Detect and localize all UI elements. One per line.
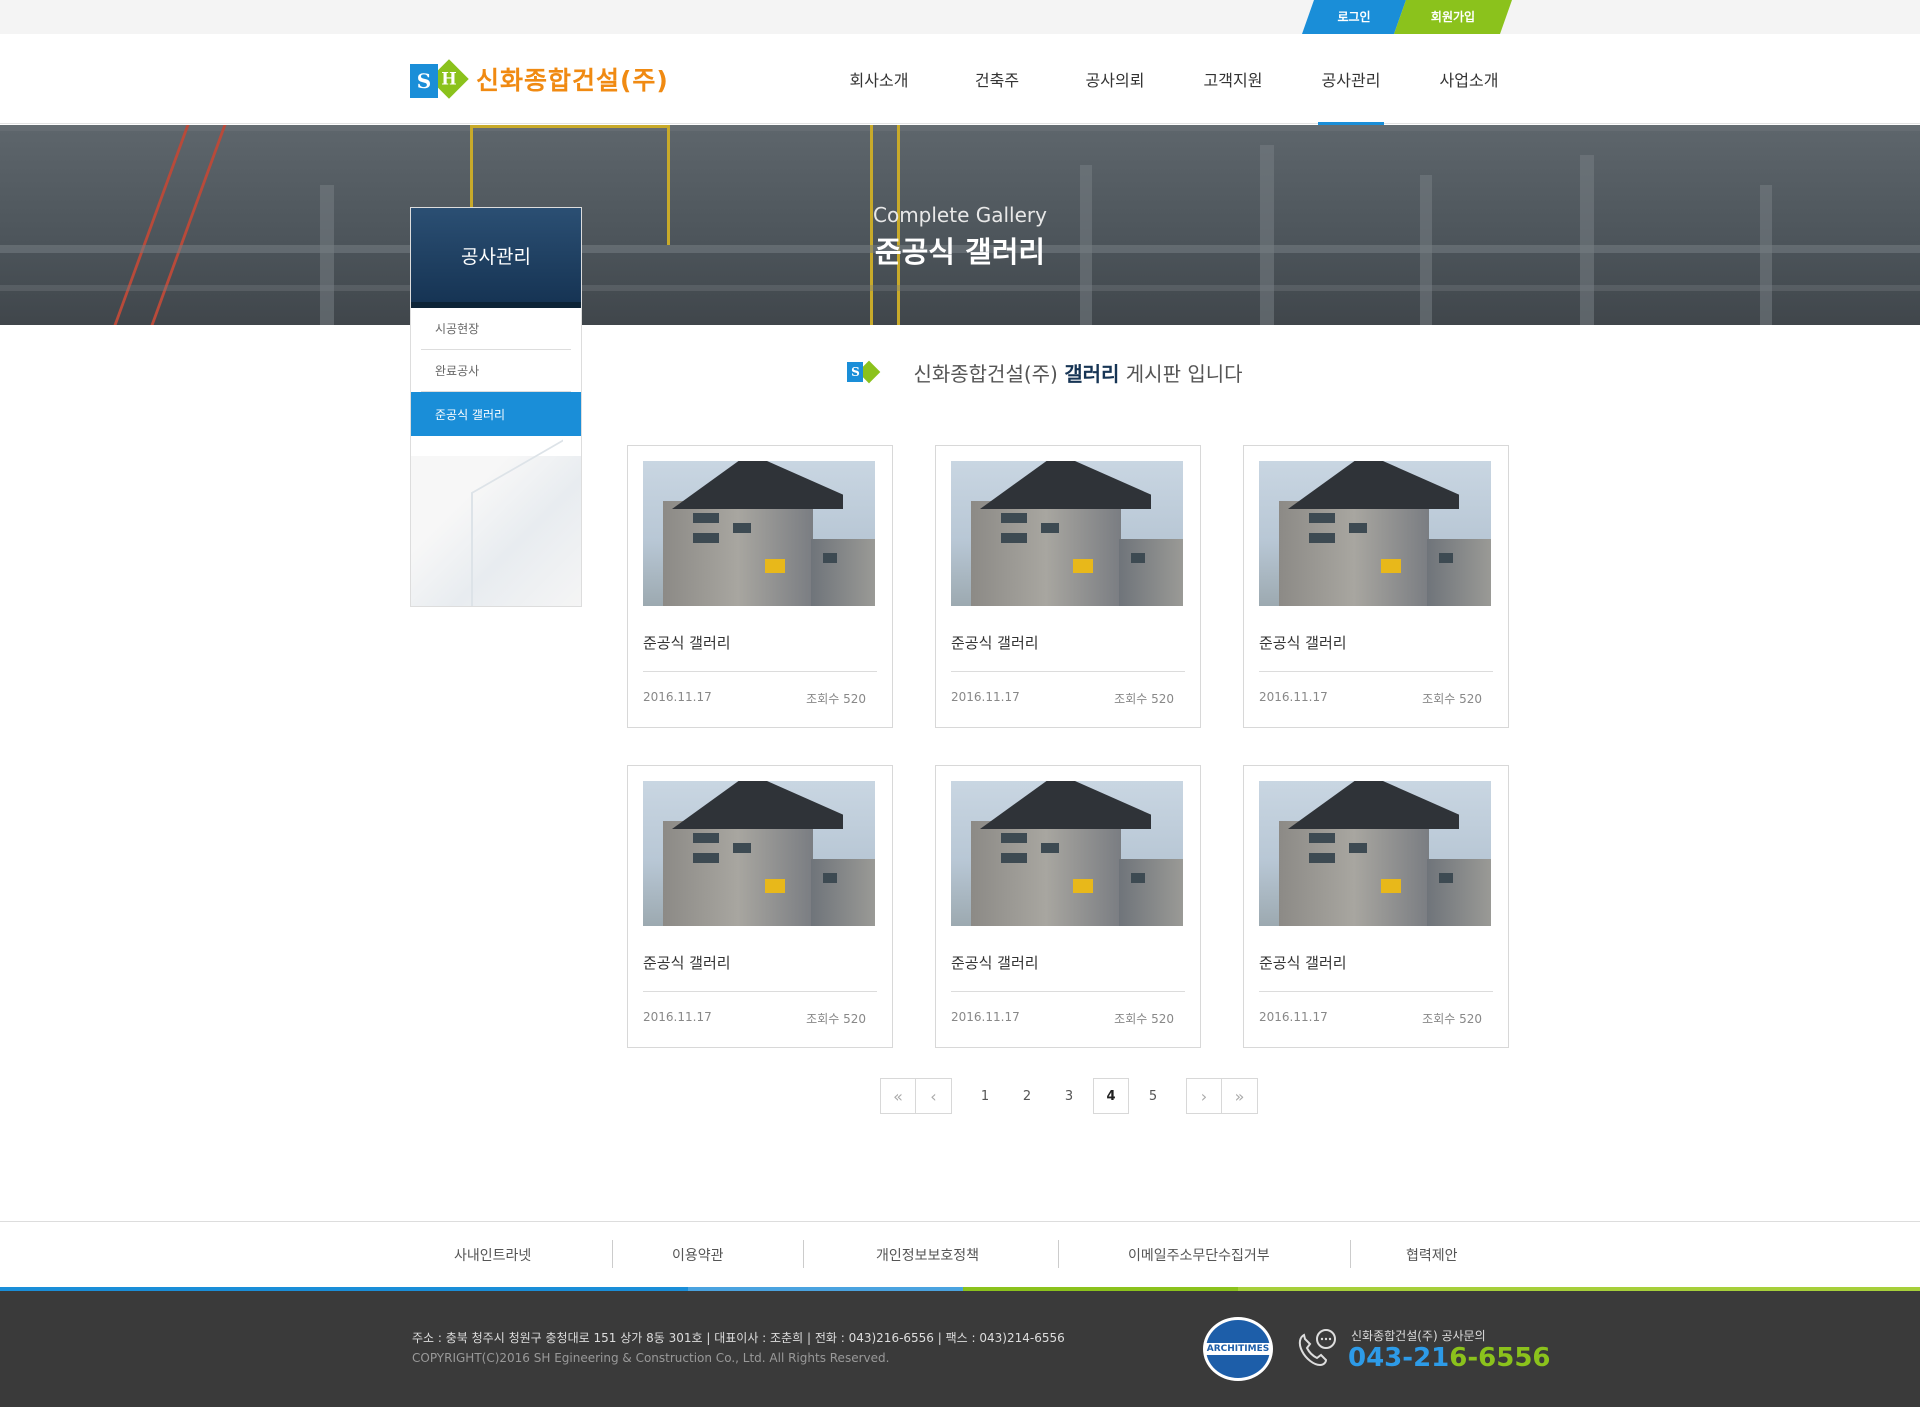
footer-links: 사내인트라넷 이용약관 개인정보보호정책 이메일주소무단수집거부 협력제안 [0,1221,1920,1287]
gallery-card-title[interactable]: 준공식 갤러리 [643,632,731,653]
sidebar-building-graphic [411,456,581,606]
logo-text: 신화종합건설(주) [476,66,669,95]
nav-item-support[interactable]: 고객지원 [1174,34,1292,124]
login-link[interactable]: 로그인 [1302,0,1406,34]
gallery-card-views: 조회수 520 [806,1012,866,1026]
hero-title: 준공식 갤러리 [874,235,1046,269]
gallery-card[interactable]: 준공식 갤러리 2016.11.17 조회수 520 [627,445,893,728]
pagination: « ‹ 1 2 3 4 5 › » [880,1078,1258,1114]
footer-copyright: COPYRIGHT(C)2016 SH Egineering & Constru… [412,1351,890,1365]
last-page-button[interactable]: » [1222,1078,1258,1114]
top-bar: 로그인 회원가입 [0,0,1920,34]
gallery-card[interactable]: 준공식 갤러리 2016.11.17 조회수 520 [935,765,1201,1048]
gallery-card-views: 조회수 520 [1422,692,1482,706]
nav-item-owner[interactable]: 건축주 [938,34,1056,124]
page-2[interactable]: 2 [1006,1078,1048,1114]
gallery-card-title[interactable]: 준공식 갤러리 [643,952,731,973]
gallery-card-views: 조회수 520 [806,692,866,706]
footer-link-terms[interactable]: 이용약관 [672,1222,724,1288]
join-link[interactable]: 회원가입 [1394,0,1512,34]
nav-item-request[interactable]: 공사의뢰 [1056,34,1174,124]
gallery-card-title[interactable]: 준공식 갤러리 [1259,632,1347,653]
nav-item-company[interactable]: 회사소개 [820,34,938,124]
gallery-card-views: 조회수 520 [1114,1012,1174,1026]
gallery-card[interactable]: 준공식 갤러리 2016.11.17 조회수 520 [1243,765,1509,1048]
logo-mark-icon: H S [410,56,470,102]
gallery-card-views: 조회수 520 [1114,692,1174,706]
gallery-card[interactable]: 준공식 갤러리 2016.11.17 조회수 520 [627,765,893,1048]
gallery-card[interactable]: 준공식 갤러리 2016.11.17 조회수 520 [935,445,1201,728]
gallery-thumbnail[interactable] [643,461,875,606]
gallery-card-date: 2016.11.17 [1259,690,1328,704]
gallery-card-date: 2016.11.17 [643,1010,712,1024]
gallery-card[interactable]: 준공식 갤러리 2016.11.17 조회수 520 [1243,445,1509,728]
gallery-card-title[interactable]: 준공식 갤러리 [1259,952,1347,973]
sidebar-item-gallery[interactable]: 준공식 갤러리 [411,392,581,436]
gallery-card-views: 조회수 520 [1422,1012,1482,1026]
page-4-current[interactable]: 4 [1093,1078,1129,1114]
gallery-card-date: 2016.11.17 [1259,1010,1328,1024]
gallery-thumbnail[interactable] [951,461,1183,606]
gallery-thumbnail[interactable] [643,781,875,926]
gallery-card-date: 2016.11.17 [643,690,712,704]
gallery-card-date: 2016.11.17 [951,690,1020,704]
architimes-seal-icon: ARCHITIMES [1203,1317,1273,1381]
nav-item-construction[interactable]: 공사관리 [1292,34,1410,125]
board-intro: S 신화종합건설(주) 갤러리 게시판 입니다 [0,358,1920,387]
gallery-thumbnail[interactable] [1259,781,1491,926]
footer-link-partnership[interactable]: 협력제안 [1406,1222,1458,1288]
inquiry-label: 신화종합건설(주) 공사문의 [1351,1329,1486,1343]
hero-title-en: Complete Gallery [873,203,1047,227]
gallery-thumbnail[interactable] [1259,461,1491,606]
hero-banner: Complete Gallery 준공식 갤러리 [0,125,1920,325]
inquiry-phone-number[interactable]: 043-216-6556 [1348,1343,1551,1373]
nav-item-business[interactable]: 사업소개 [1410,34,1528,124]
site-footer: 주소 : 충북 청주시 청원구 충청대로 151 상가 8동 301호 | 대표… [0,1291,1920,1407]
footer-link-email-refusal[interactable]: 이메일주소무단수집거부 [1128,1222,1270,1288]
phone-chat-icon [1298,1329,1336,1367]
page-3[interactable]: 3 [1048,1078,1090,1114]
site-logo[interactable]: H S 신화종합건설(주) [410,56,669,102]
main-nav: 회사소개 건축주 공사의뢰 고객지원 공사관리 사업소개 [820,34,1528,125]
next-page-button[interactable]: › [1186,1078,1222,1114]
sidebar: 공사관리 시공현장 완료공사 준공식 갤러리 [410,207,582,607]
page-1[interactable]: 1 [964,1078,1006,1114]
footer-address: 주소 : 충북 청주시 청원구 충청대로 151 상가 8동 301호 | 대표… [412,1331,1065,1345]
page-5[interactable]: 5 [1132,1078,1174,1114]
board-intro-text: 신화종합건설(주) 갤러리 게시판 입니다 [913,362,1243,386]
site-header: H S 신화종합건설(주) 회사소개 건축주 공사의뢰 고객지원 공사관리 사업… [0,34,1920,125]
gallery-card-date: 2016.11.17 [951,1010,1020,1024]
sh-logo-icon: S [847,360,883,386]
gallery-card-title[interactable]: 준공식 갤러리 [951,632,1039,653]
sidebar-item-site[interactable]: 시공현장 [421,308,571,350]
first-page-button[interactable]: « [880,1078,916,1114]
footer-link-intranet[interactable]: 사내인트라넷 [454,1222,531,1288]
gallery-card-title[interactable]: 준공식 갤러리 [951,952,1039,973]
sidebar-title: 공사관리 [411,208,581,302]
footer-link-privacy[interactable]: 개인정보보호정책 [876,1222,979,1288]
gallery-thumbnail[interactable] [951,781,1183,926]
prev-page-button[interactable]: ‹ [916,1078,952,1114]
